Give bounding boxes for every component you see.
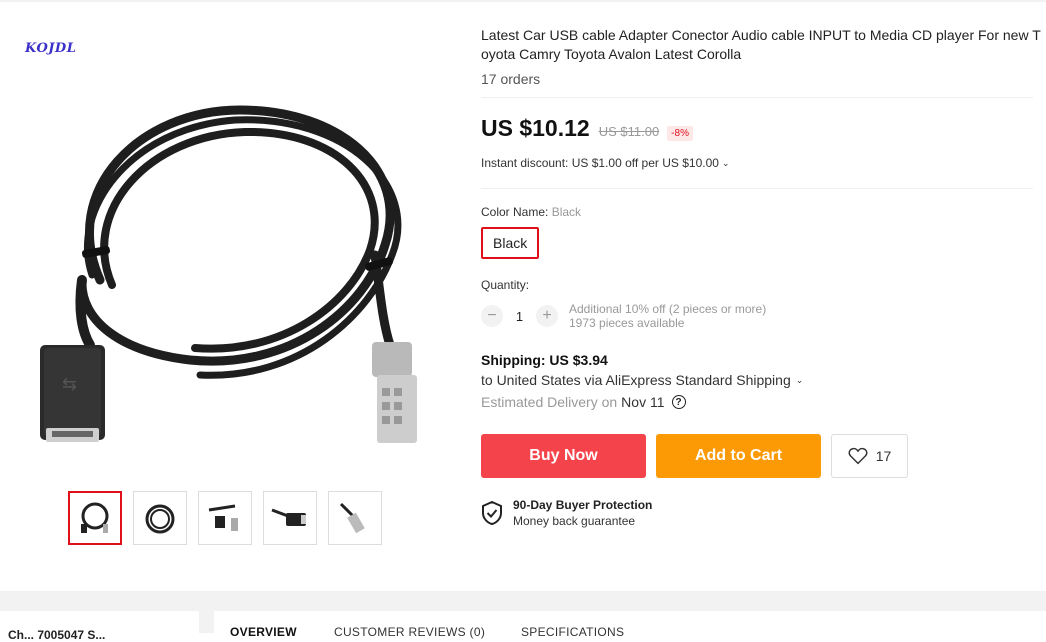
thumbnail-2[interactable] bbox=[133, 491, 187, 545]
brand-logo: KOJDL bbox=[25, 41, 77, 56]
tab-overview[interactable]: OVERVIEW bbox=[230, 625, 297, 639]
color-value: Black bbox=[551, 205, 582, 219]
product-gallery: KOJDL ⇆ bbox=[0, 20, 470, 580]
original-price: US $11.00 bbox=[598, 124, 660, 139]
quantity-input[interactable]: 1 bbox=[503, 309, 536, 324]
thumbnail-3[interactable] bbox=[198, 491, 252, 545]
order-count: 17 orders bbox=[481, 71, 541, 87]
protection-subtitle: Money back guarantee bbox=[513, 514, 636, 528]
tab-customer-reviews[interactable]: CUSTOMER REVIEWS (0) bbox=[334, 625, 485, 639]
buy-now-button[interactable]: Buy Now bbox=[481, 434, 646, 478]
shipping-method[interactable]: to United States via AliExpress Standard… bbox=[481, 372, 1037, 388]
shipping-method-text: to United States via AliExpress Standard… bbox=[481, 372, 791, 388]
quantity-stepper: − 1 + Additional 10% off (2 pieces or mo… bbox=[481, 302, 1037, 330]
action-buttons: Buy Now Add to Cart 17 bbox=[481, 434, 1037, 478]
thumbnail-5[interactable] bbox=[328, 491, 382, 545]
divider bbox=[481, 188, 1033, 189]
delivery-label: Estimated Delivery on bbox=[481, 394, 618, 410]
color-label-text: Color Name: bbox=[481, 205, 549, 219]
increase-quantity-button[interactable]: + bbox=[536, 305, 558, 327]
price-row: US $10.12 US $11.00 -8% bbox=[481, 115, 1037, 142]
thumbnail-strip bbox=[68, 491, 382, 545]
thumbnail-4[interactable] bbox=[263, 491, 317, 545]
shipping-cost: Shipping: US $3.94 bbox=[481, 352, 608, 368]
top-border bbox=[0, 0, 1046, 2]
store-info-panel: Ch... 7005047 S... bbox=[0, 611, 199, 642]
chevron-down-icon: ⌄ bbox=[795, 374, 804, 385]
discount-badge: -8% bbox=[667, 126, 693, 141]
detail-tabs: OVERVIEW CUSTOMER REVIEWS (0) SPECIFICAT… bbox=[214, 611, 1046, 641]
add-to-cart-button[interactable]: Add to Cart bbox=[656, 434, 821, 478]
protection-title: 90-Day Buyer Protection bbox=[513, 498, 653, 512]
delivery-date: Nov 11 bbox=[621, 394, 665, 410]
instant-discount-text: Instant discount: US $1.00 off per US $1… bbox=[481, 156, 719, 170]
instant-discount[interactable]: Instant discount: US $1.00 off per US $1… bbox=[481, 156, 1037, 170]
product-info: Latest Car USB cable Adapter Conector Au… bbox=[481, 26, 1041, 528]
estimated-delivery: Estimated Delivery on Nov 11 ? bbox=[481, 394, 1037, 410]
question-icon[interactable]: ? bbox=[671, 395, 686, 409]
chevron-down-icon: ⌄ bbox=[721, 157, 730, 168]
color-label: Color Name: Black bbox=[481, 205, 1037, 219]
svg-text:⇆: ⇆ bbox=[62, 374, 77, 395]
tab-specifications[interactable]: SPECIFICATIONS bbox=[521, 625, 624, 639]
bulk-discount-note: Additional 10% off (2 pieces or more) bbox=[569, 302, 767, 316]
product-main-image[interactable]: ⇆ bbox=[20, 70, 460, 470]
decrease-quantity-button[interactable]: − bbox=[481, 305, 503, 327]
wishlist-count: 17 bbox=[875, 448, 892, 464]
wishlist-button[interactable]: 17 bbox=[831, 434, 908, 478]
shield-check-icon bbox=[482, 501, 502, 525]
color-option-black[interactable]: Black bbox=[481, 227, 540, 259]
product-title: Latest Car USB cable Adapter Conector Au… bbox=[481, 27, 1041, 62]
divider bbox=[481, 97, 1033, 98]
stock-available: 1973 pieces available bbox=[569, 316, 685, 330]
current-price: US $10.12 bbox=[481, 115, 590, 141]
thumbnail-1[interactable] bbox=[68, 491, 122, 545]
quantity-notes: Additional 10% off (2 pieces or more) 19… bbox=[569, 302, 766, 330]
store-name[interactable]: Ch... 7005047 S... bbox=[8, 628, 105, 642]
quantity-label: Quantity: bbox=[481, 278, 530, 292]
heart-icon bbox=[848, 447, 868, 465]
buyer-protection: 90-Day Buyer Protection Money back guara… bbox=[481, 498, 1037, 528]
